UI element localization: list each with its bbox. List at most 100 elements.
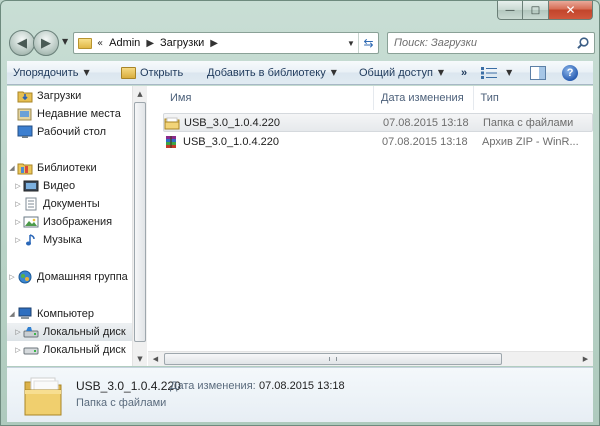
breadcrumb-downloads[interactable]: Загрузки xyxy=(160,37,204,49)
search-box[interactable] xyxy=(387,32,595,54)
open-folder-icon xyxy=(121,66,136,79)
search-input[interactable] xyxy=(394,37,569,49)
refresh-button[interactable]: ⇆ xyxy=(358,33,378,53)
add-to-library-button[interactable]: Добавить в библиотеку ▼ xyxy=(201,62,353,84)
sidebar-item-local-disk-d[interactable]: ▷ Локальный диск xyxy=(7,341,132,359)
sidebar-item-music[interactable]: ▷ Музыка xyxy=(7,231,132,249)
sidebar-item-libraries[interactable]: ◢ Библиотеки xyxy=(7,159,132,177)
sidebar-item-local-disk-c[interactable]: ▷ Локальный диск xyxy=(7,323,132,341)
forward-button[interactable]: ▶ xyxy=(33,30,59,56)
collapse-arrow-icon[interactable]: ◢ xyxy=(7,164,17,172)
modified-date-value: 07.08.2015 13:18 xyxy=(259,380,345,392)
minimize-button[interactable]: — xyxy=(497,1,523,20)
file-list-horizontal-scrollbar[interactable]: ◀ ▶ xyxy=(148,351,593,366)
open-button[interactable]: Открыть xyxy=(115,62,201,84)
refresh-icon: ⇆ xyxy=(363,36,374,50)
sidebar-item-recent-places[interactable]: Недавние места xyxy=(7,105,132,123)
column-headers: Имя Дата изменения Тип xyxy=(148,86,593,110)
command-bar: Упорядочить ▼ Открыть Добавить в библиот… xyxy=(7,61,593,85)
help-button[interactable]: ? xyxy=(555,62,585,84)
scroll-left-button[interactable]: ◀ xyxy=(148,352,163,366)
expand-arrow-icon[interactable]: ▷ xyxy=(13,328,23,336)
sidebar-item-label: Загрузки xyxy=(37,90,82,102)
downloads-folder-icon xyxy=(17,91,33,103)
sidebar-item-label: Компьютер xyxy=(37,308,94,320)
collapse-arrow-icon[interactable]: ◢ xyxy=(7,310,17,318)
column-header-type[interactable]: Тип xyxy=(474,86,593,110)
preview-pane-button[interactable] xyxy=(521,62,555,84)
column-header-name[interactable]: Имя xyxy=(148,86,374,110)
recent-pages-dropdown[interactable]: ▼ xyxy=(62,37,68,46)
maximize-button[interactable]: □ xyxy=(523,1,549,20)
chevron-down-icon: ▼ xyxy=(506,68,513,77)
chevron-right-icon[interactable]: ▶ xyxy=(210,38,218,49)
navigation-pane-scrollbar[interactable]: ▲ ▼ xyxy=(132,86,147,366)
sidebar-item-label: Библиотеки xyxy=(37,162,97,174)
explorer-body: Загрузки Недавние места Рабочий стол ◢ Б… xyxy=(7,86,593,366)
details-pane: USB_3.0_1.0.4.220 Дата изменения: 07.08.… xyxy=(7,367,593,422)
expand-arrow-icon[interactable]: ▷ xyxy=(13,218,23,226)
back-button[interactable]: ◀ xyxy=(9,30,35,56)
selected-item-name: USB_3.0_1.0.4.220 xyxy=(76,379,181,393)
sidebar-item-computer[interactable]: ◢ Компьютер xyxy=(7,305,132,323)
scrollbar-thumb[interactable] xyxy=(134,102,146,342)
libraries-icon xyxy=(17,163,33,175)
file-type: Архив ZIP - WinR... xyxy=(482,135,579,148)
folder-icon xyxy=(24,377,62,416)
file-list: Имя Дата изменения Тип USB_3.0_1.0.4.220… xyxy=(148,86,593,366)
expand-arrow-icon[interactable]: ▷ xyxy=(13,236,23,244)
sidebar-item-pictures[interactable]: ▷ Изображения xyxy=(7,213,132,231)
scroll-right-button[interactable]: ▶ xyxy=(578,352,593,366)
address-bar[interactable]: « Admin ▶ Загрузки ▶ ▼ ⇆ xyxy=(73,32,379,54)
sidebar-item-documents[interactable]: ▷ Документы xyxy=(7,195,132,213)
organize-button[interactable]: Упорядочить ▼ xyxy=(7,62,115,84)
sidebar-item-downloads[interactable]: Загрузки xyxy=(7,87,132,105)
file-date: 07.08.2015 13:18 xyxy=(383,116,469,129)
change-view-button[interactable]: ▼ xyxy=(475,62,521,84)
sidebar-item-label: Видео xyxy=(43,180,76,192)
sidebar-item-label: Рабочий стол xyxy=(37,126,107,138)
breadcrumb-admin[interactable]: Admin xyxy=(109,37,140,49)
column-header-date[interactable]: Дата изменения xyxy=(374,86,474,110)
sidebar-item-video[interactable]: ▷ Видео xyxy=(7,177,132,195)
sidebar-item-desktop[interactable]: Рабочий стол xyxy=(7,123,132,141)
open-label: Открыть xyxy=(140,66,184,79)
scrollbar-thumb[interactable] xyxy=(164,353,502,365)
share-button[interactable]: Общий доступ ▼ xyxy=(353,62,453,84)
address-dropdown-button[interactable]: ▼ xyxy=(344,33,358,53)
file-name: USB_3.0_1.0.4.220 xyxy=(184,116,281,129)
expand-arrow-icon[interactable]: ▷ xyxy=(13,182,23,190)
expand-arrow-icon[interactable]: ▷ xyxy=(13,346,23,354)
modified-date-label: Дата изменения: xyxy=(170,380,256,392)
chevron-down-icon: ▼ xyxy=(330,68,337,77)
more-commands-button[interactable]: » xyxy=(453,67,475,79)
expand-arrow-icon[interactable]: ▷ xyxy=(13,200,23,208)
file-name: USB_3.0_1.0.4.220 xyxy=(183,135,280,148)
close-button[interactable]: ✕ xyxy=(549,1,593,20)
homegroup-icon xyxy=(18,270,32,284)
music-library-icon xyxy=(26,234,35,246)
address-prefix[interactable]: « xyxy=(97,38,103,49)
search-icon[interactable] xyxy=(576,36,590,50)
sidebar-item-homegroup[interactable]: ▷ Домашняя группа xyxy=(7,268,132,286)
arrow-left-icon: ◀ xyxy=(17,35,27,51)
scroll-up-button[interactable]: ▲ xyxy=(133,86,147,101)
scroll-down-button[interactable]: ▼ xyxy=(133,351,147,366)
file-row[interactable]: USB_3.0_1.0.4.220 07.08.2015 13:18 Папка… xyxy=(163,113,593,132)
winrar-archive-icon xyxy=(166,135,176,148)
chevron-right-icon[interactable]: ▶ xyxy=(146,38,154,49)
navigation-pane: Загрузки Недавние места Рабочий стол ◢ Б… xyxy=(7,86,132,366)
file-type: Папка с файлами xyxy=(483,116,574,129)
sidebar-item-label: Локальный диск xyxy=(43,326,126,338)
preview-pane-icon xyxy=(530,65,547,80)
chevron-down-icon: ▼ xyxy=(437,68,445,77)
video-library-icon xyxy=(23,180,39,192)
folder-icon xyxy=(164,117,180,129)
chevron-down-icon: ▼ xyxy=(83,68,90,77)
expand-arrow-icon[interactable]: ▷ xyxy=(7,273,17,281)
navigation-bar: ◀ ▶ ▼ « Admin ▶ Загрузки ▶ ▼ ⇆ xyxy=(7,29,595,57)
folder-icon xyxy=(78,37,92,49)
file-row[interactable]: USB_3.0_1.0.4.220 07.08.2015 13:18 Архив… xyxy=(163,132,593,151)
sidebar-item-label: Изображения xyxy=(43,216,113,228)
local-disk-icon xyxy=(23,347,39,355)
